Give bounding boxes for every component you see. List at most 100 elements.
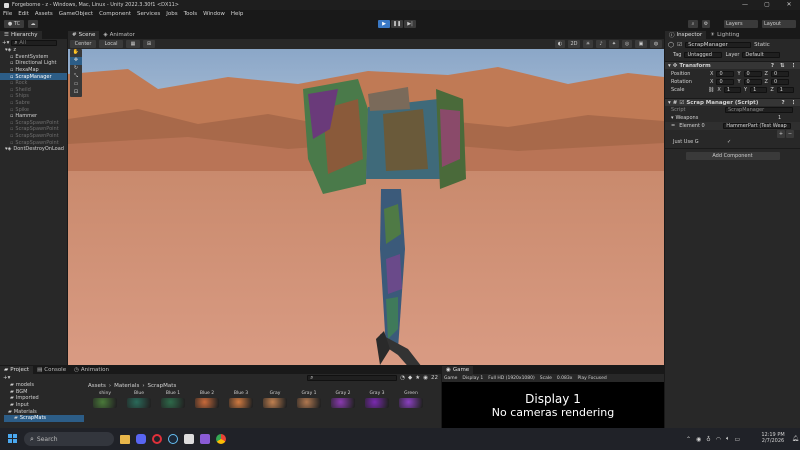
step-button[interactable]: ▶| — [404, 20, 416, 28]
steam-icon[interactable] — [168, 434, 178, 444]
transform-tool-icon[interactable]: ⊡ — [74, 89, 78, 97]
hierarchy-item[interactable]: ▫ Hammer — [0, 113, 67, 120]
material-asset[interactable]: Blue 3 — [228, 391, 254, 408]
hierarchy-item[interactable]: ▫ Ships — [0, 93, 67, 100]
camera-settings-icon[interactable]: ▣ — [635, 40, 647, 48]
play-focused-dropdown[interactable]: Play Focused — [577, 376, 606, 381]
hierarchy-item[interactable]: ▾◈ z — [0, 47, 67, 54]
rotation-y-field[interactable]: 0 — [743, 79, 762, 85]
context-menu-icon[interactable]: ⋮ — [791, 100, 797, 106]
folder-item[interactable]: ▰ Input — [4, 402, 84, 409]
scale-tool-icon[interactable]: ⤡ — [74, 73, 78, 81]
file-explorer-icon[interactable] — [120, 434, 130, 444]
material-asset[interactable]: Blue 1 — [160, 391, 186, 408]
game-view-dropdown[interactable]: Game — [444, 376, 457, 381]
hierarchy-item[interactable]: ▫ Spike — [0, 106, 67, 113]
battery-icon[interactable]: ▭ — [735, 436, 741, 443]
menu-jobs[interactable]: Jobs — [166, 11, 177, 17]
settings-toolbar-icon[interactable]: ⚙ — [702, 20, 710, 28]
menu-help[interactable]: Help — [231, 11, 244, 17]
hierarchy-item[interactable]: ▫ ScrapSpawnPoint — [0, 120, 67, 127]
position-x-field[interactable]: 0 — [716, 71, 735, 77]
scale-x-field[interactable]: 1 — [723, 87, 742, 93]
pivot-center-dropdown[interactable]: Center — [70, 40, 96, 48]
project-search-input[interactable]: ⌕ — [307, 375, 398, 381]
windows-start-icon[interactable] — [8, 434, 18, 444]
minimize-button[interactable]: — — [734, 0, 756, 10]
tab-animator[interactable]: ◈ Animator — [99, 31, 139, 39]
rotation-x-field[interactable]: 0 — [716, 79, 735, 85]
draw-mode-icon[interactable]: ◐ — [555, 40, 565, 48]
cloud-icon[interactable]: ☁ — [28, 20, 38, 28]
tab-hierarchy[interactable]: ☰ Hierarchy — [0, 31, 42, 39]
move-tool-icon[interactable]: ✥ — [70, 57, 82, 65]
layers-dropdown[interactable]: Layers — [724, 20, 758, 28]
hierarchy-item[interactable]: ▾◈ DontDestroyOnLoad — [0, 146, 67, 153]
remove-element-button[interactable]: − — [786, 130, 794, 138]
material-asset[interactable]: Blue 2 — [194, 391, 220, 408]
layer-dropdown[interactable]: Default — [742, 52, 781, 58]
menu-file[interactable]: File — [3, 11, 12, 17]
folder-item[interactable]: ▰ ScrapMats — [4, 414, 84, 422]
taskbar-search-input[interactable]: ⌕ Search — [24, 432, 114, 446]
folder-item[interactable]: ▰ Materials — [4, 408, 84, 415]
hierarchy-item[interactable]: ▫ Sheild — [0, 87, 67, 94]
clock[interactable]: 12:19 PM 2/7/2026 — [758, 432, 788, 444]
game-viewport[interactable]: Display 1 No cameras rendering — [442, 382, 664, 428]
menu-gameobject[interactable]: GameObject — [59, 11, 93, 17]
resolution-dropdown[interactable]: Full HD (1920x1080) — [488, 376, 534, 381]
search-toolbar-icon[interactable]: ⌕ — [688, 20, 698, 28]
help-icon[interactable]: ? — [781, 100, 784, 106]
play-button[interactable]: ▶ — [378, 20, 390, 28]
position-y-field[interactable]: 0 — [743, 71, 762, 77]
tab-animation[interactable]: ◷ Animation — [70, 366, 113, 374]
active-checkbox[interactable]: ☑ — [677, 42, 682, 48]
add-icon[interactable]: +▾ — [2, 40, 9, 46]
tab-project[interactable]: ▰ Project — [0, 366, 34, 374]
pivot-local-dropdown[interactable]: Local — [99, 40, 123, 48]
material-asset[interactable]: Gray 2 — [330, 391, 356, 408]
scale-z-field[interactable]: 1 — [776, 87, 795, 93]
mic-icon[interactable]: ♁ — [706, 436, 710, 443]
scale-value[interactable]: 0.083x — [557, 376, 573, 381]
rotation-z-field[interactable]: 0 — [770, 79, 789, 85]
tab-console[interactable]: ▤ Console — [33, 366, 70, 374]
chrome-icon[interactable] — [216, 434, 226, 444]
context-menu-icon[interactable]: ⋮ — [791, 63, 797, 69]
folder-item[interactable]: ▰ BGM — [4, 389, 84, 396]
network-icon[interactable]: ◉ — [696, 436, 701, 443]
menu-window[interactable]: Window — [203, 11, 225, 17]
lighting-toggle-icon[interactable]: ☀ — [583, 40, 593, 48]
hierarchy-search-input[interactable]: ⌕ All — [11, 40, 58, 46]
favorite-icon[interactable]: ★ — [415, 375, 420, 381]
discord-icon[interactable] — [136, 434, 146, 444]
add-asset-icon[interactable]: +▾ — [3, 375, 10, 381]
hierarchy-item[interactable]: ▫ ScrapSpawnPoint — [0, 139, 67, 146]
material-asset[interactable]: Green — [398, 391, 424, 408]
audio-toggle-icon[interactable]: ♪ — [596, 40, 606, 48]
rect-tool-icon[interactable]: ▭ — [74, 81, 79, 89]
material-asset[interactable]: Blue — [126, 391, 152, 408]
volume-icon[interactable]: 🔈︎ — [726, 435, 730, 443]
maximize-button[interactable]: ▢ — [756, 0, 778, 10]
position-z-field[interactable]: 0 — [770, 71, 789, 77]
scrap-manager-header[interactable]: ▾ # ☑ Scrap Manager (Script) ? ⋮ — [665, 98, 800, 106]
static-label[interactable]: Static — [754, 42, 770, 48]
add-component-button[interactable]: Add Component — [685, 151, 780, 160]
snap-increment-icon[interactable]: ⊞ — [143, 40, 155, 48]
layout-dropdown[interactable]: Layout — [762, 20, 796, 28]
scale-y-field[interactable]: 1 — [750, 87, 768, 93]
weapons-foldout[interactable]: ▾ Weapons 1 — [665, 114, 800, 122]
visual-studio-icon[interactable] — [200, 434, 210, 444]
material-asset[interactable]: Gray — [262, 391, 288, 408]
weapons-count[interactable]: 1 — [778, 115, 794, 121]
unity-taskbar-icon[interactable] — [184, 434, 194, 444]
material-asset[interactable]: Gray 3 — [364, 391, 390, 408]
grid-snap-icon[interactable]: ▦ — [126, 40, 140, 48]
material-asset[interactable]: shiny — [92, 391, 118, 408]
add-element-button[interactable]: + — [777, 130, 785, 138]
breadcrumb-materials[interactable]: Materials — [114, 383, 139, 389]
tab-scene[interactable]: # Scene — [68, 31, 100, 39]
hierarchy-item[interactable]: ▫ Sabre — [0, 100, 67, 107]
object-name-field[interactable]: ScrapManager — [685, 42, 752, 48]
